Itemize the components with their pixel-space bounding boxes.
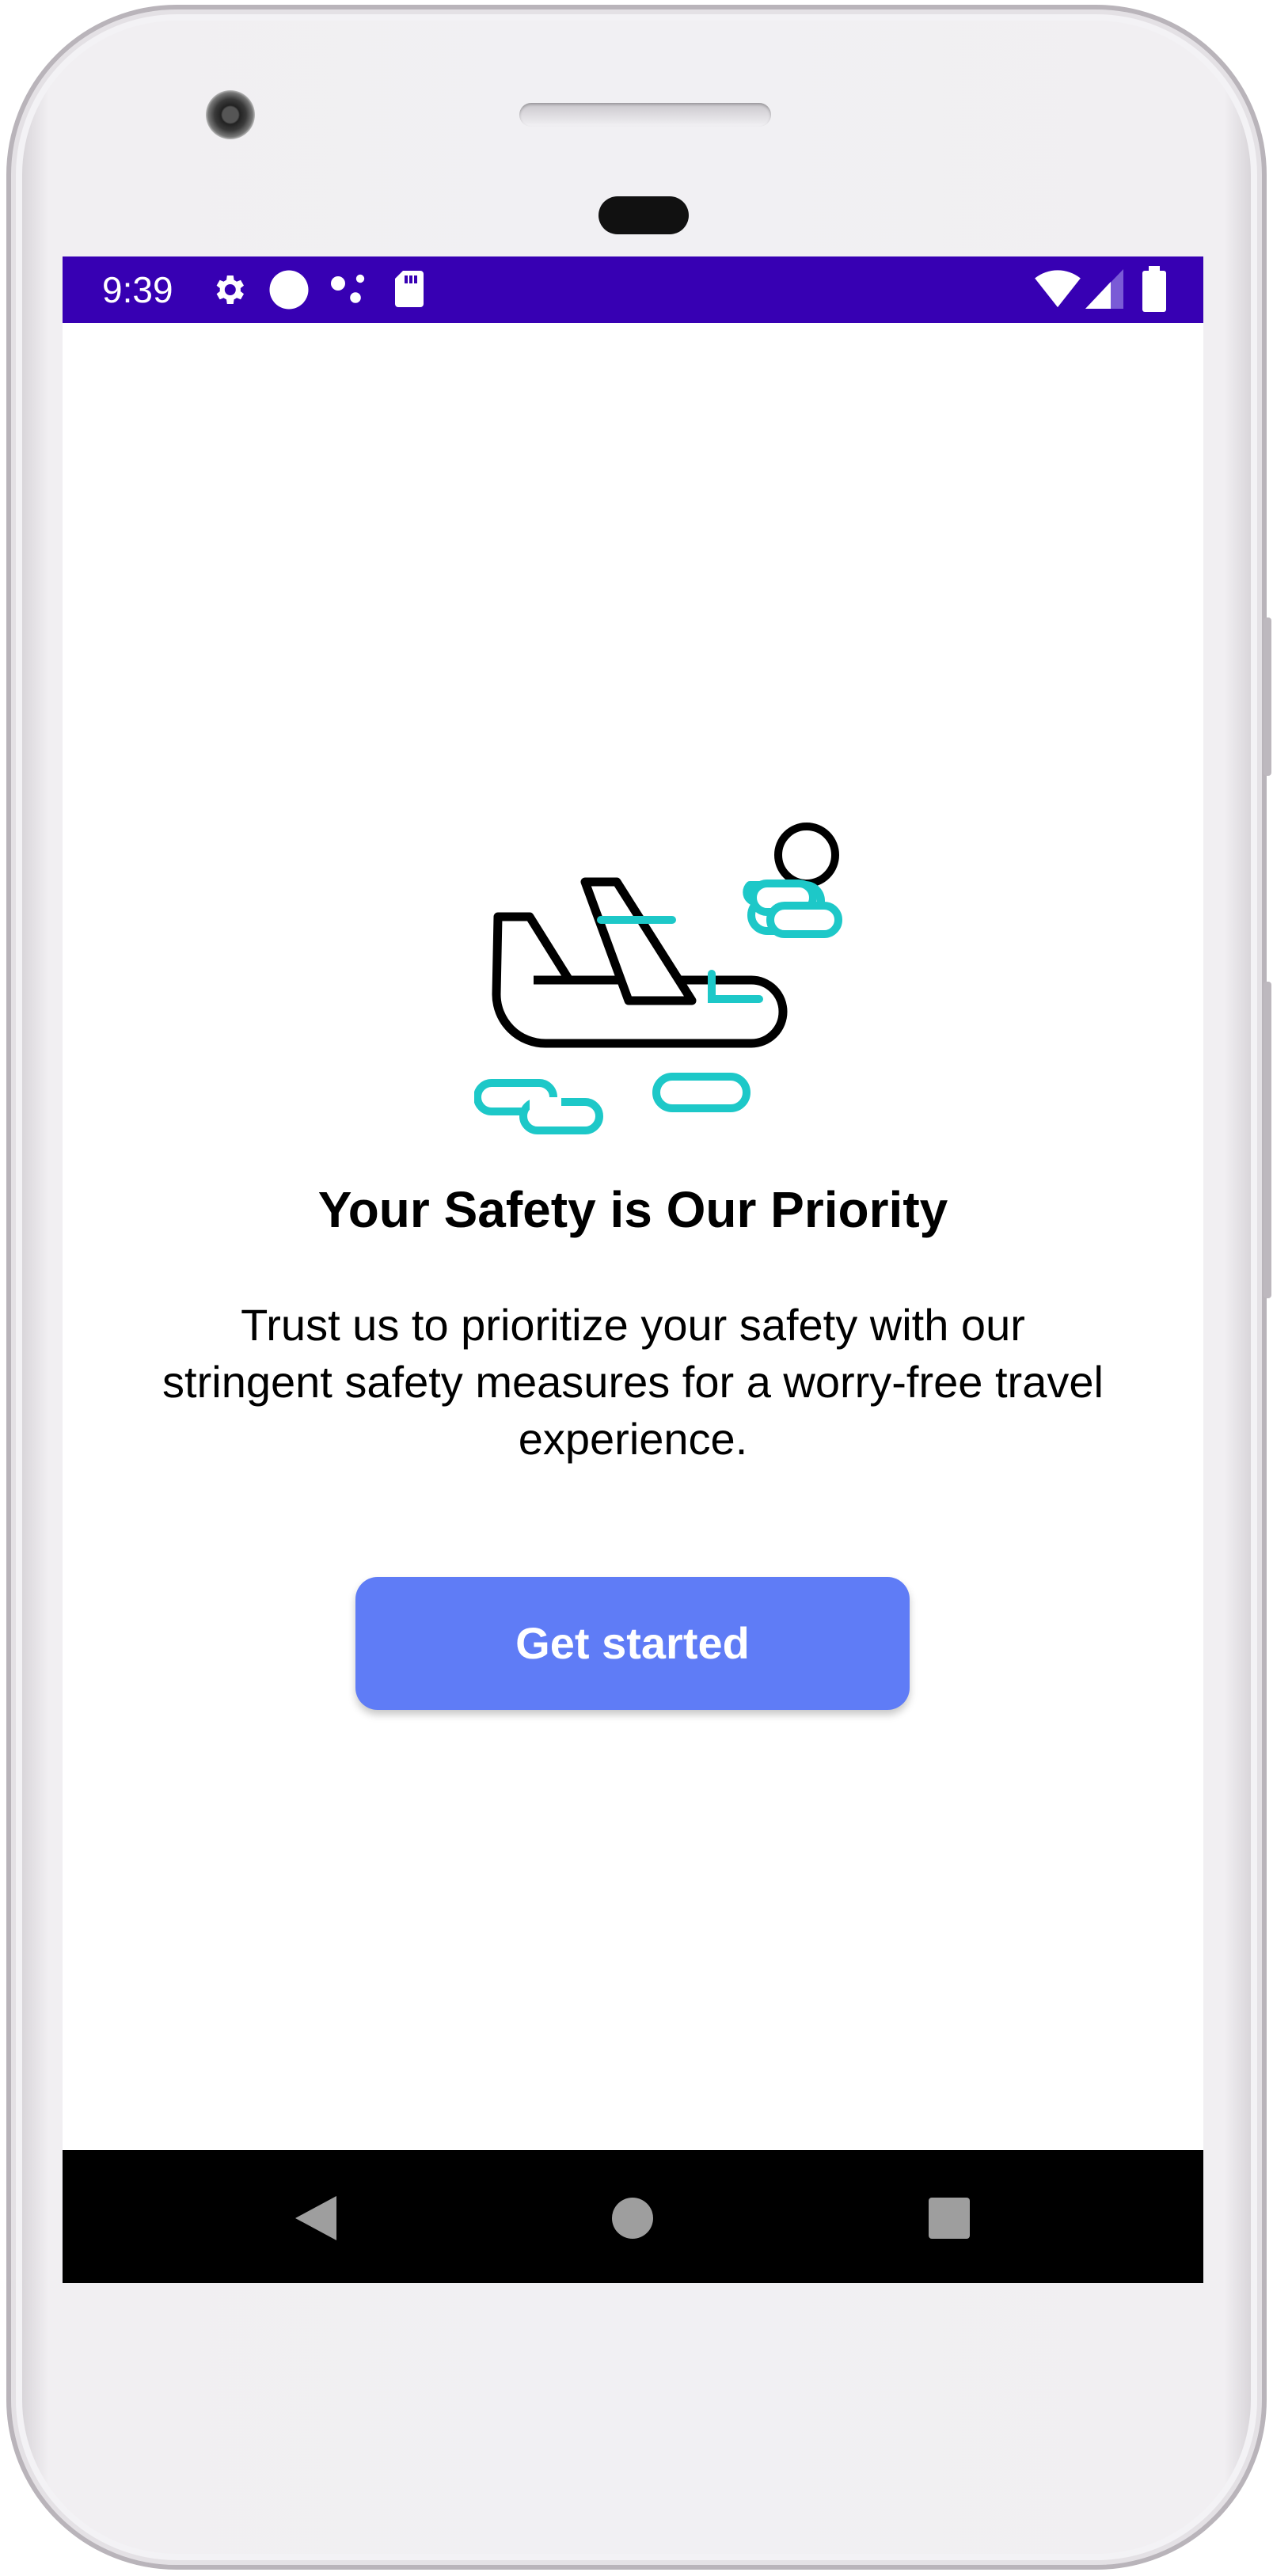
screen: 9:39 Your Safety is Our Priority Trust u…: [63, 256, 1203, 2283]
proximity-sensor: [598, 196, 689, 234]
volume-button[interactable]: [1264, 982, 1271, 1298]
airplane-with-clouds-illustration: [474, 823, 842, 1134]
onboarding-description: Trust us to prioritize your safety with …: [162, 1300, 1104, 1464]
get-started-button[interactable]: Get started: [355, 1577, 910, 1710]
onboarding-title: Your Safety is Our Priority: [317, 1181, 948, 1238]
front-camera: [206, 90, 255, 139]
wifi-icon: [1035, 270, 1081, 308]
status-bar: 9:39: [63, 256, 1203, 323]
power-button[interactable]: [1264, 617, 1271, 776]
dots-icon: [331, 274, 365, 303]
earpiece-speaker: [519, 103, 771, 127]
battery-icon: [1142, 266, 1166, 312]
navigation-bar: [63, 2150, 1203, 2283]
status-time: 9:39: [102, 269, 173, 310]
sd-card-icon: [395, 271, 424, 307]
back-icon[interactable]: [292, 2193, 340, 2244]
home-icon[interactable]: [609, 2193, 656, 2244]
signal-icon: [1085, 269, 1123, 309]
recents-icon[interactable]: [925, 2193, 973, 2244]
onboarding-screen: Your Safety is Our Priority Trust us to …: [63, 323, 1203, 2150]
circle-icon: [269, 270, 309, 310]
gear-icon: [216, 275, 244, 304]
device-frame: 9:39 Your Safety is Our Priority Trust u…: [0, 0, 1273, 2576]
